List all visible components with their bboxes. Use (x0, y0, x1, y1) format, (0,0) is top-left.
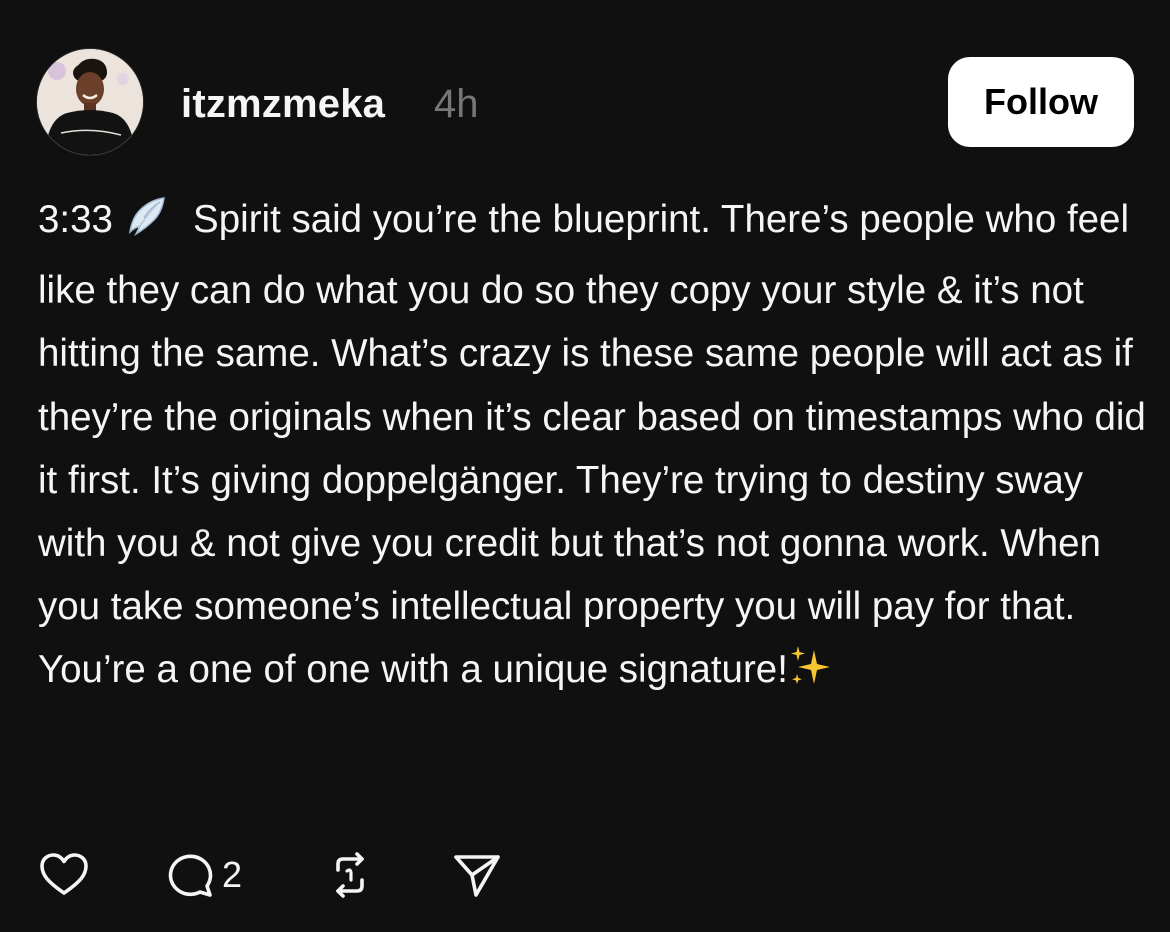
repost-icon (336, 852, 364, 898)
follow-button[interactable]: Follow (948, 57, 1134, 147)
username[interactable]: itzmzmeka (181, 78, 385, 130)
like-button[interactable] (38, 850, 90, 900)
avatar[interactable] (36, 48, 144, 156)
share-button[interactable] (452, 850, 502, 900)
reply-count: 2 (222, 854, 243, 895)
angel-wing-icon (124, 192, 172, 259)
thread-post: itzmzmeka 4h Follow 3:33 Spirit said you… (0, 0, 1170, 932)
sparkles-icon (788, 642, 834, 709)
reply-button[interactable]: 2 (164, 850, 242, 900)
comment-icon (168, 854, 213, 897)
repost-button[interactable] (324, 850, 376, 900)
post-lead-time: 3:33 (38, 198, 113, 241)
post-timestamp: 4h (434, 82, 479, 126)
heart-icon (40, 853, 88, 895)
post-body: 3:33 Spirit said you’re the blueprint. T… (38, 188, 1148, 710)
post-body-text: Spirit said you’re the blueprint. There’… (38, 198, 1157, 692)
profile-photo-icon (37, 49, 143, 155)
send-icon (454, 855, 500, 897)
